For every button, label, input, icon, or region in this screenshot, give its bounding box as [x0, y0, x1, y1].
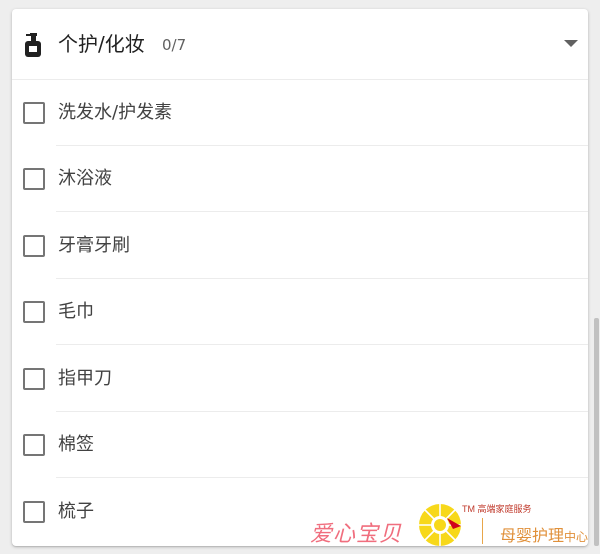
divider: [56, 211, 588, 212]
list-item[interactable]: 指甲刀: [12, 346, 588, 412]
checkbox[interactable]: [23, 301, 45, 323]
category-header[interactable]: 个护/化妆 0/7: [12, 9, 588, 80]
scrollbar[interactable]: [594, 318, 599, 546]
item-label: 棉签: [58, 434, 94, 455]
chevron-down-icon[interactable]: [564, 40, 578, 47]
checkbox[interactable]: [23, 235, 45, 257]
list-item[interactable]: 棉签: [12, 412, 588, 478]
list-item[interactable]: 沐浴液: [12, 146, 588, 212]
divider: [56, 344, 588, 345]
watermark-divider: [482, 518, 483, 544]
checkbox[interactable]: [23, 434, 45, 456]
watermark-tm: TM 高端家庭服务: [462, 504, 532, 514]
lotion-bottle-icon: [25, 33, 41, 57]
item-label: 毛巾: [58, 301, 94, 322]
item-label: 指甲刀: [58, 368, 112, 389]
divider: [56, 477, 588, 478]
checkbox[interactable]: [23, 102, 45, 124]
list-item[interactable]: 毛巾: [12, 279, 588, 345]
list-item[interactable]: 洗发水/护发素: [12, 80, 588, 146]
list-item[interactable]: 牙膏牙刷: [12, 213, 588, 279]
checkbox[interactable]: [23, 368, 45, 390]
category-title: 个护/化妆: [58, 32, 145, 56]
item-label: 沐浴液: [58, 168, 112, 189]
item-label: 牙膏牙刷: [58, 235, 130, 256]
checklist-card: 个护/化妆 0/7 洗发水/护发素 沐浴液 牙膏牙刷 毛巾 指甲刀 棉签 梳子: [12, 9, 588, 546]
watermark-subtitle-main: 母婴护理: [500, 528, 565, 545]
watermark-text: 爱心宝贝: [310, 522, 403, 547]
sun-logo-icon: [419, 504, 461, 546]
item-label: 梳子: [58, 501, 94, 522]
category-count: 0/7: [162, 36, 187, 54]
item-label: 洗发水/护发素: [58, 102, 173, 123]
checkbox[interactable]: [23, 168, 45, 190]
watermark-subtitle: 母婴护理中心: [500, 522, 588, 546]
checkbox[interactable]: [23, 501, 45, 523]
watermark-subtitle-small: 中心: [564, 530, 589, 544]
